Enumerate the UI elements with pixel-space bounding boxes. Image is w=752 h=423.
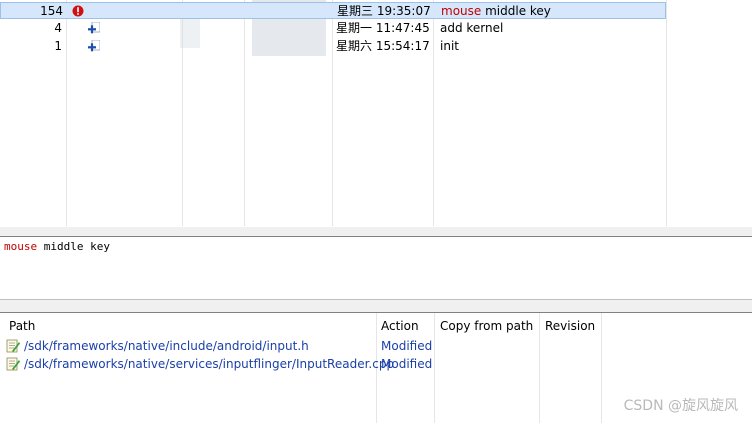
revision-row[interactable]: 4 星期一 11:47:45 add kernel (0, 20, 666, 37)
column-header-path[interactable]: Path (9, 317, 35, 335)
path-link[interactable]: /sdk/frameworks/native/services/inputfli… (24, 355, 394, 373)
modified-file-icon (6, 357, 20, 371)
column-header-action[interactable]: Action (381, 317, 419, 335)
modified-file-icon (6, 339, 20, 353)
pane-splitter[interactable] (0, 300, 752, 312)
add-icon (88, 40, 100, 52)
revision-list[interactable]: 154 星期三 19:35:07 mouse middle key 4 星期一 … (0, 0, 752, 227)
path-link[interactable]: /sdk/frameworks/native/include/android/i… (24, 337, 309, 355)
revision-row[interactable]: 1 星期六 15:54:17 init (0, 38, 666, 55)
column-header-revision[interactable]: Revision (545, 317, 595, 335)
path-row[interactable]: /sdk/frameworks/native/include/android/i… (0, 337, 600, 355)
message-keyword: mouse (4, 240, 38, 253)
path-action: Modified (381, 339, 433, 353)
message-text: middle key (37, 240, 110, 253)
revision-date: 星期一 11:47:45 (336, 21, 430, 35)
add-icon (88, 22, 100, 34)
message-keyword: mouse (441, 4, 482, 18)
message-text: middle key (481, 4, 551, 18)
revision-number: 4 (54, 21, 62, 35)
revision-number: 154 (40, 4, 63, 18)
revision-row[interactable]: 154 星期三 19:35:07 mouse middle key (0, 2, 666, 19)
column-separator (601, 313, 602, 423)
revision-message: mouse middle key (441, 3, 551, 20)
watermark: CSDN @旋风旋风 (623, 398, 738, 414)
column-separator (666, 0, 667, 226)
path-action: Modified (381, 357, 433, 371)
revision-message: init (440, 39, 459, 53)
revision-message: add kernel (440, 21, 504, 35)
error-icon (72, 5, 84, 17)
column-header-copy-from-path[interactable]: Copy from path (440, 317, 533, 335)
path-row[interactable]: /sdk/frameworks/native/services/inputfli… (0, 355, 600, 373)
revision-date: 星期三 19:35:07 (337, 4, 431, 18)
log-message-box[interactable]: mouse middle key (0, 236, 752, 300)
revision-date: 星期六 15:54:17 (336, 39, 430, 53)
revision-number: 1 (54, 39, 62, 53)
